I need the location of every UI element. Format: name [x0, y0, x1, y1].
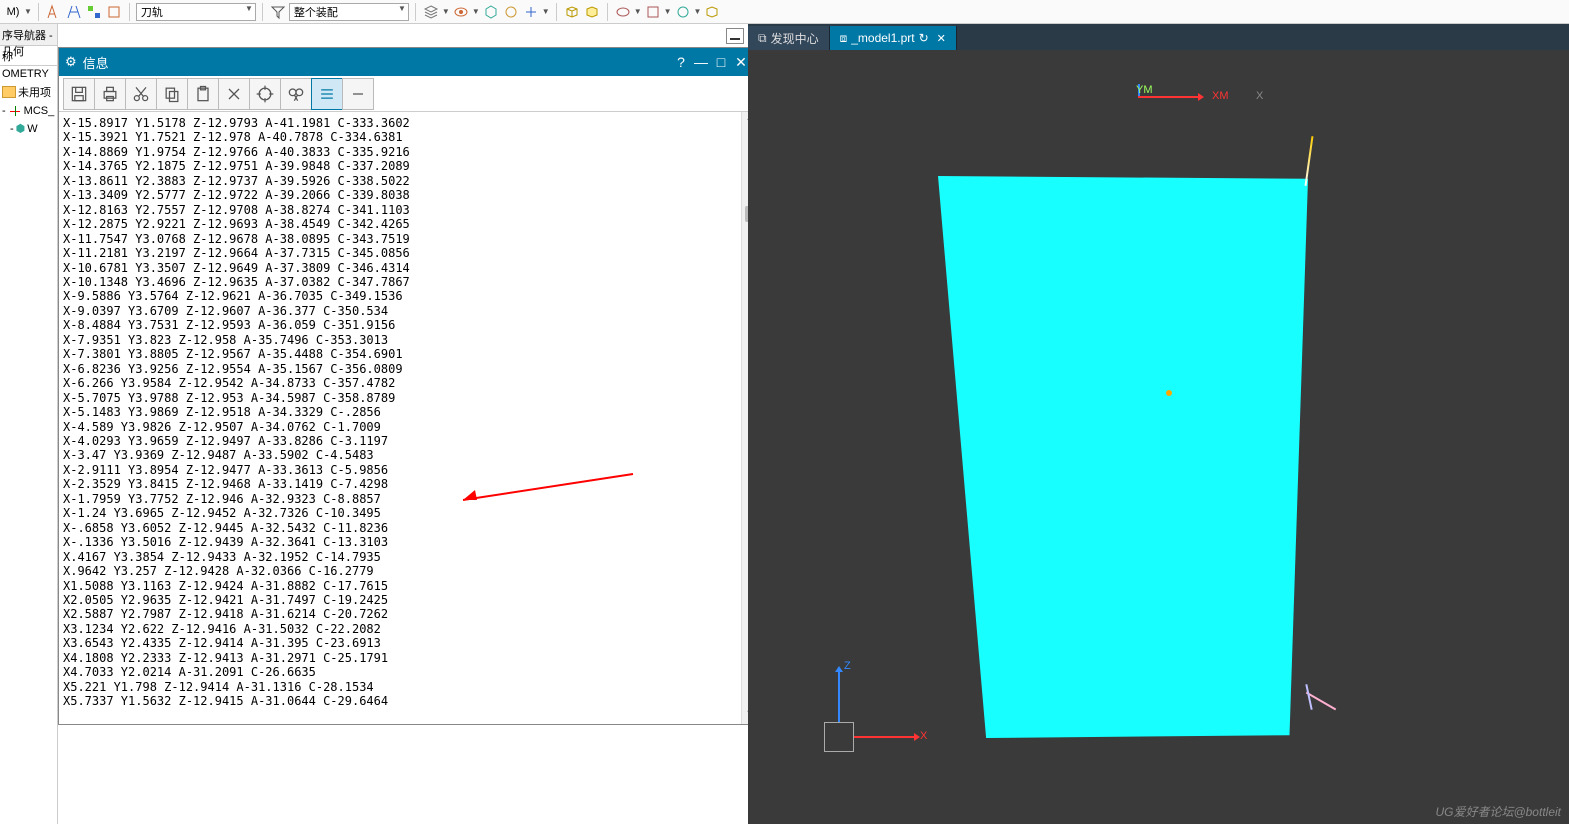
cube-icon-2[interactable] [583, 3, 601, 21]
cut-button[interactable] [125, 78, 157, 110]
toolpath-dropdown[interactable]: 刀轨 [136, 3, 256, 21]
menu-icon[interactable]: M) [4, 3, 22, 21]
save-button[interactable] [63, 78, 95, 110]
assembly-dropdown[interactable]: 整个装配 [289, 3, 409, 21]
watermark: UG爱好者论坛@bottleit [1435, 803, 1561, 820]
viewport-tabbar: ⧉ 发现中心 ⧈ _model1.prt ↻ ✕ [748, 24, 1569, 50]
cube-icon-1[interactable] [563, 3, 581, 21]
eye-icon[interactable] [452, 3, 470, 21]
tab-close-icon[interactable]: ✕ [937, 32, 946, 45]
some-icon-4[interactable] [105, 3, 123, 21]
plus-icon[interactable] [522, 3, 540, 21]
nav-unused[interactable]: 未用项 [0, 82, 57, 102]
main-area: 序导航器 - 几何 称 OMETRY 未用项 - MCS_ - ⬢W om ⚙ … [0, 24, 1569, 824]
tab-model[interactable]: ⧈ _model1.prt ↻ ✕ [830, 26, 957, 50]
find-button[interactable] [280, 78, 312, 110]
info-toolbar [59, 76, 757, 112]
minimize-panel-button[interactable] [726, 28, 744, 44]
info-title-text: 信息 [83, 53, 109, 72]
viewport-canvas[interactable]: YM XM X Z X UG爱好者论坛@bottleit [748, 50, 1569, 824]
info-help-button[interactable]: ? [671, 54, 691, 70]
layer-icon[interactable] [422, 3, 440, 21]
hex-icon[interactable] [482, 3, 500, 21]
model-point [1166, 390, 1172, 396]
center-area: om ⚙ 信息 ? — □ ✕ [58, 24, 748, 824]
eye2-icon[interactable] [614, 3, 632, 21]
x-label: X [1256, 90, 1263, 102]
minus-button[interactable] [342, 78, 374, 110]
part-icon: ⧈ [840, 31, 848, 46]
x-axis-line [1138, 96, 1198, 98]
toolpath-segment-2 [1304, 684, 1338, 718]
viewport-panel: ⧉ 发现中心 ⧈ _model1.prt ↻ ✕ YM XM X [748, 24, 1569, 824]
sphere-icon[interactable] [502, 3, 520, 21]
filter-icon[interactable] [269, 3, 287, 21]
delete-button[interactable] [218, 78, 250, 110]
render-icon[interactable] [674, 3, 692, 21]
nav-mcs[interactable]: - MCS_ [0, 102, 57, 120]
ym-label: YM [1136, 84, 1153, 96]
some-icon-3[interactable] [85, 3, 103, 21]
nav-w[interactable]: - ⬢W [0, 120, 57, 137]
top-toolbar: M)▼ 刀轨 整个装配 ▼ ▼ ▼ ▼ ▼ ▼ [0, 0, 1569, 24]
navigator-column-header: 称 [0, 46, 57, 66]
list-button[interactable] [311, 78, 343, 110]
box-icon[interactable] [703, 3, 721, 21]
tab-discover[interactable]: ⧉ 发现中心 [748, 26, 830, 50]
info-window: ⚙ 信息 ? — □ ✕ X-15.8917 Y1 [58, 47, 758, 725]
nav-root[interactable]: OMETRY [0, 66, 57, 82]
discover-icon: ⧉ [758, 31, 767, 46]
target-button[interactable] [249, 78, 281, 110]
gear-icon: ⚙ [65, 54, 77, 70]
toolpath-segment-1 [1305, 136, 1314, 186]
info-maximize-button[interactable]: □ [711, 54, 731, 70]
coord-icon [8, 104, 22, 118]
view-icon[interactable] [644, 3, 662, 21]
print-button[interactable] [94, 78, 126, 110]
gcode-text[interactable]: X-15.8917 Y1.5178 Z-12.9793 A-41.1981 C-… [63, 116, 741, 720]
paste-button[interactable] [187, 78, 219, 110]
some-icon-2[interactable] [65, 3, 83, 21]
copy-button[interactable] [156, 78, 188, 110]
info-titlebar[interactable]: ⚙ 信息 ? — □ ✕ [59, 48, 757, 76]
navigator-header: 序导航器 - 几何 [0, 24, 57, 46]
navigator-panel: 序导航器 - 几何 称 OMETRY 未用项 - MCS_ - ⬢W [0, 24, 58, 824]
refresh-icon[interactable]: ↻ [919, 31, 929, 45]
info-body: X-15.8917 Y1.5178 Z-12.9793 A-41.1981 C-… [59, 112, 757, 724]
model-geometry[interactable] [938, 176, 1308, 738]
some-icon-1[interactable] [45, 3, 63, 21]
info-minimize-button[interactable]: — [691, 54, 711, 70]
folder-icon [2, 86, 16, 98]
xm-label: XM [1212, 90, 1229, 102]
